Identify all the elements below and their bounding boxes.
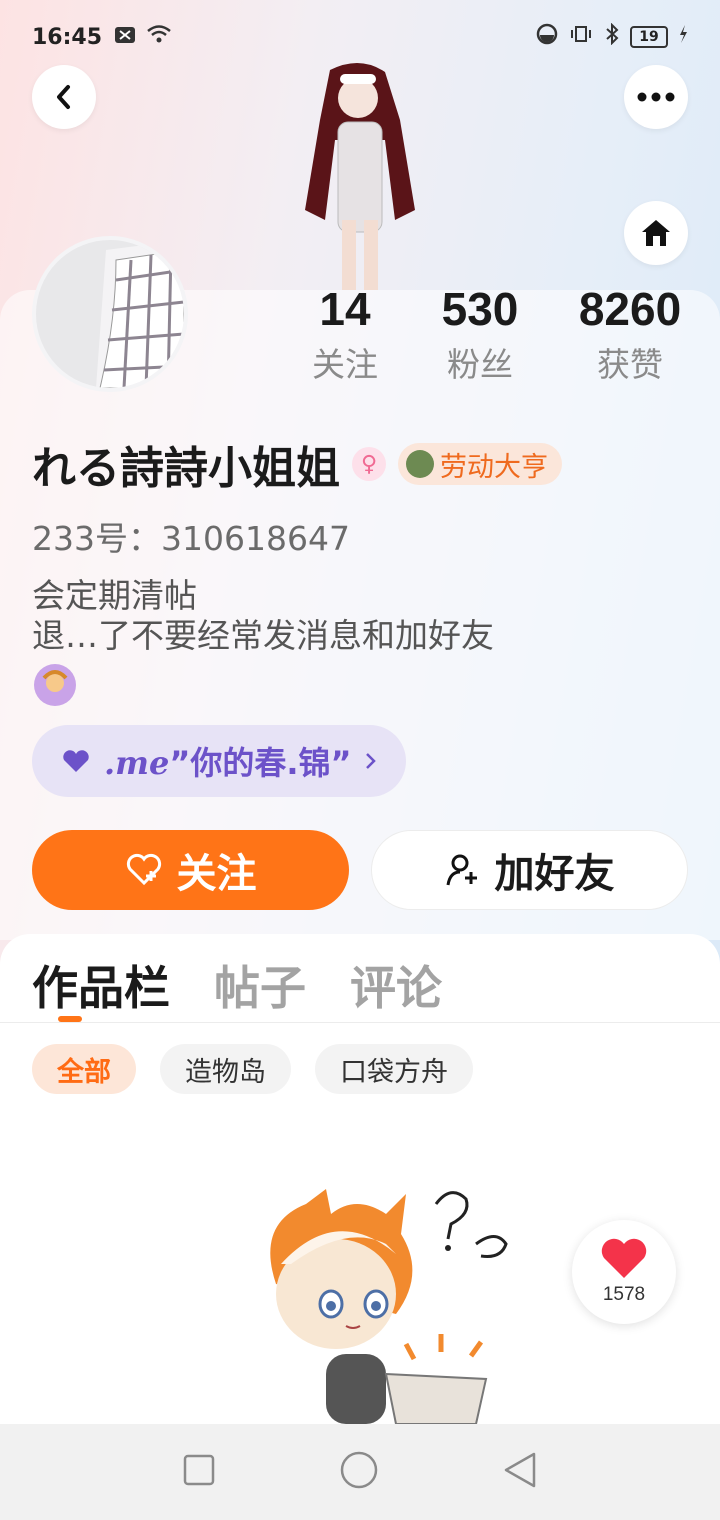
banner-character-image	[290, 60, 430, 290]
badge-avatar-icon	[406, 450, 434, 478]
female-gender-icon: ♀	[352, 447, 386, 481]
home-button[interactable]	[624, 201, 688, 265]
filter-chip-all[interactable]: 全部	[32, 1044, 136, 1094]
home-icon	[642, 220, 670, 246]
add-user-icon	[446, 854, 477, 886]
tab-works[interactable]: 作品栏	[32, 952, 170, 1018]
me-tag-prefix: .me	[104, 744, 170, 782]
stat-fans[interactable]: 530 粉丝	[425, 282, 535, 390]
more-options-button[interactable]	[624, 65, 688, 129]
likes-count: 8260	[578, 283, 682, 335]
heart-icon	[63, 750, 89, 772]
bluetooth-icon	[604, 22, 620, 51]
back-button[interactable]	[32, 65, 96, 129]
heart-icon	[601, 1238, 647, 1278]
vibrate-icon	[568, 23, 594, 51]
like-fab[interactable]: 1578	[572, 1220, 676, 1324]
bio: 会定期清帖 退…了不要经常发消息和加好友	[32, 576, 494, 656]
bio-line: 会定期清帖	[32, 576, 197, 615]
home-nav-button[interactable]	[339, 1450, 379, 1494]
username: れる詩詩小姐姐	[32, 443, 340, 494]
charging-icon	[678, 24, 688, 50]
user-id: 233号：310618647	[32, 519, 350, 558]
circle-icon	[340, 1451, 378, 1489]
title-badge[interactable]: 劳动大亨	[398, 443, 562, 485]
tab-comments[interactable]: 评论	[350, 952, 442, 1018]
add-friend-button[interactable]: 加好友	[371, 830, 688, 910]
back-nav-button[interactable]	[502, 1451, 538, 1493]
username-row: れる詩詩小姐姐 ♀ 劳动大亨	[32, 432, 562, 496]
user-avatar[interactable]	[32, 236, 188, 392]
title-badge-label: 劳动大亨	[440, 451, 548, 483]
follow-button-label: 关注	[176, 851, 257, 897]
bio-line: 退…了不要经常发消息和加好友	[32, 616, 494, 655]
status-time: 16:45	[32, 24, 103, 50]
add-friend-button-label: 加好友	[494, 851, 615, 897]
filter-chip-creation-island[interactable]: 造物岛	[160, 1044, 291, 1094]
profile-stats: 14 关注 530 粉丝 8260 获赞	[290, 282, 700, 392]
following-label: 关注	[312, 345, 378, 384]
square-icon	[183, 1454, 214, 1486]
recent-apps-button[interactable]	[182, 1453, 216, 1491]
fans-count: 530	[441, 283, 519, 335]
filter-chips: 全部 造物岛 口袋方舟	[32, 1044, 473, 1094]
chevron-left-icon	[57, 85, 70, 109]
me-tag-text: ”你的春.锦”	[169, 744, 352, 782]
system-nav-bar	[0, 1424, 720, 1520]
me-tag[interactable]: .me”你的春.锦”	[32, 725, 406, 797]
follow-button[interactable]: 关注	[32, 830, 349, 910]
likes-label: 获赞	[597, 345, 663, 384]
stat-following[interactable]: 14 关注	[290, 282, 400, 390]
stat-likes[interactable]: 8260 获赞	[565, 282, 695, 390]
like-count: 1578	[602, 1284, 646, 1305]
dnd-icon	[536, 23, 558, 51]
content-panel: 作品栏 帖子 评论 全部 造物岛 口袋方舟	[0, 934, 720, 1425]
tab-posts[interactable]: 帖子	[214, 952, 306, 1018]
empty-state-illustration	[236, 1184, 526, 1425]
fans-label: 粉丝	[447, 345, 513, 384]
notification-icon	[114, 25, 136, 50]
triangle-back-icon	[505, 1452, 536, 1488]
following-count: 14	[319, 283, 371, 335]
profile-tabs: 作品栏 帖子 评论	[32, 952, 442, 1018]
wifi-icon	[146, 24, 172, 50]
chevron-right-icon	[365, 753, 376, 769]
heart-plus-icon	[126, 853, 161, 886]
person-gesture-emoji-icon	[34, 664, 76, 706]
filter-chip-pocket-ark[interactable]: 口袋方舟	[315, 1044, 473, 1094]
tabs-divider	[0, 1022, 720, 1023]
battery-icon: 19	[630, 26, 668, 48]
more-dots-icon	[637, 92, 675, 102]
